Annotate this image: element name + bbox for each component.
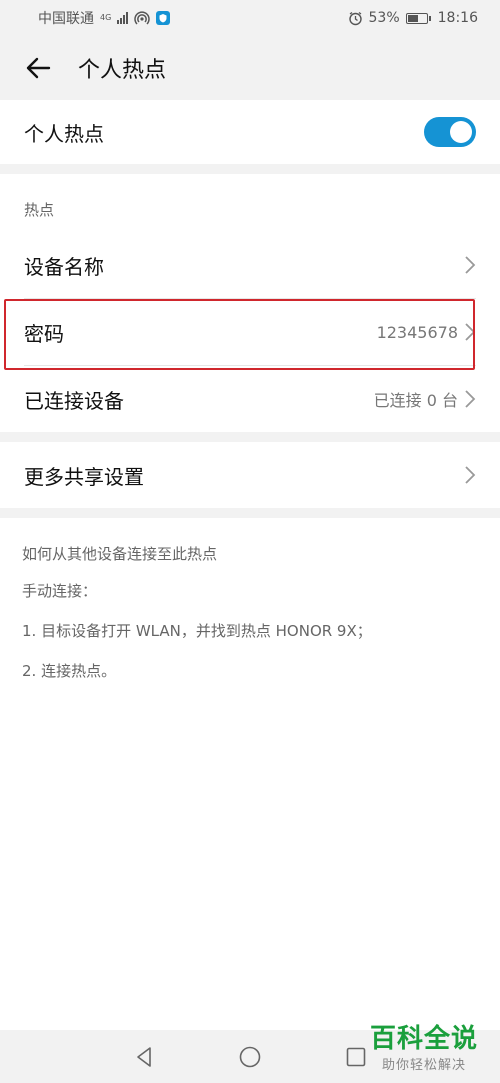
back-triangle-icon[interactable] (132, 1045, 156, 1069)
page-title: 个人热点 (78, 58, 167, 83)
device-name-row[interactable]: 设备名称 (0, 232, 500, 298)
help-step-1: 1. 目标设备打开 WLAN，并找到热点 HONOR 9X； (22, 622, 372, 640)
clock: 18:16 (437, 10, 478, 26)
network-type: 4G (100, 13, 112, 22)
app-header: 个人热点 (0, 36, 500, 100)
hotspot-toggle-label: 个人热点 (24, 121, 104, 146)
help-title: 如何从其他设备连接至此热点 (22, 545, 218, 563)
switch-knob (450, 121, 472, 143)
more-sharing-card: 更多共享设置 (0, 442, 500, 508)
connected-devices-label: 已连接设备 (24, 388, 124, 413)
battery-percent: 53% (368, 10, 400, 26)
hotspot-icon (134, 11, 150, 25)
carrier-name: 中国联通 (38, 11, 94, 27)
hotspot-toggle-row[interactable]: 个人热点 (0, 100, 500, 164)
signal-icon (117, 12, 129, 24)
help-step-2: 2. 连接热点。 (22, 662, 117, 680)
chevron-right-icon (465, 323, 476, 341)
device-name-label: 设备名称 (24, 254, 104, 279)
status-left: 中国联通 4G (38, 8, 171, 28)
password-value: 12345678 (376, 322, 458, 342)
chevron-right-icon (465, 256, 476, 274)
shield-icon (156, 11, 171, 25)
more-sharing-label: 更多共享设置 (24, 464, 144, 489)
password-value-area: 12345678 (377, 322, 476, 342)
status-bar: 中国联通 4G 53% 18:16 (0, 0, 500, 36)
connected-devices-row[interactable]: 已连接设备 已连接 0 台 (0, 366, 500, 432)
hotspot-toggle-card: 个人热点 (0, 100, 500, 164)
connected-devices-value: 已连接 0 台 (373, 391, 458, 410)
password-label: 密码 (24, 321, 64, 346)
device-name-value-area (458, 255, 476, 275)
hotspot-switch[interactable] (424, 117, 476, 147)
home-circle-icon[interactable] (238, 1045, 262, 1069)
more-sharing-row[interactable]: 更多共享设置 (0, 442, 500, 508)
section-header-hotspot: 热点 (24, 201, 55, 219)
status-right: 53% 18:16 (348, 10, 478, 26)
password-row[interactable]: 密码 12345678 (0, 299, 500, 365)
chevron-right-icon (465, 466, 476, 484)
navigation-bar (0, 1030, 500, 1083)
arrow-left-icon[interactable] (24, 54, 52, 82)
connected-devices-value-area: 已连接 0 台 (374, 387, 476, 411)
battery-icon (405, 12, 431, 24)
hotspot-settings-card: 热点 设备名称 密码 12345678 已连接设备 已连接 0 台 (0, 174, 500, 432)
help-card: 如何从其他设备连接至此热点 手动连接： 1. 目标设备打开 WLAN，并找到热点… (0, 518, 500, 1030)
recents-square-icon[interactable] (344, 1045, 368, 1069)
alarm-icon (348, 11, 362, 25)
help-manual: 手动连接： (22, 582, 98, 600)
chevron-right-icon (465, 390, 476, 408)
